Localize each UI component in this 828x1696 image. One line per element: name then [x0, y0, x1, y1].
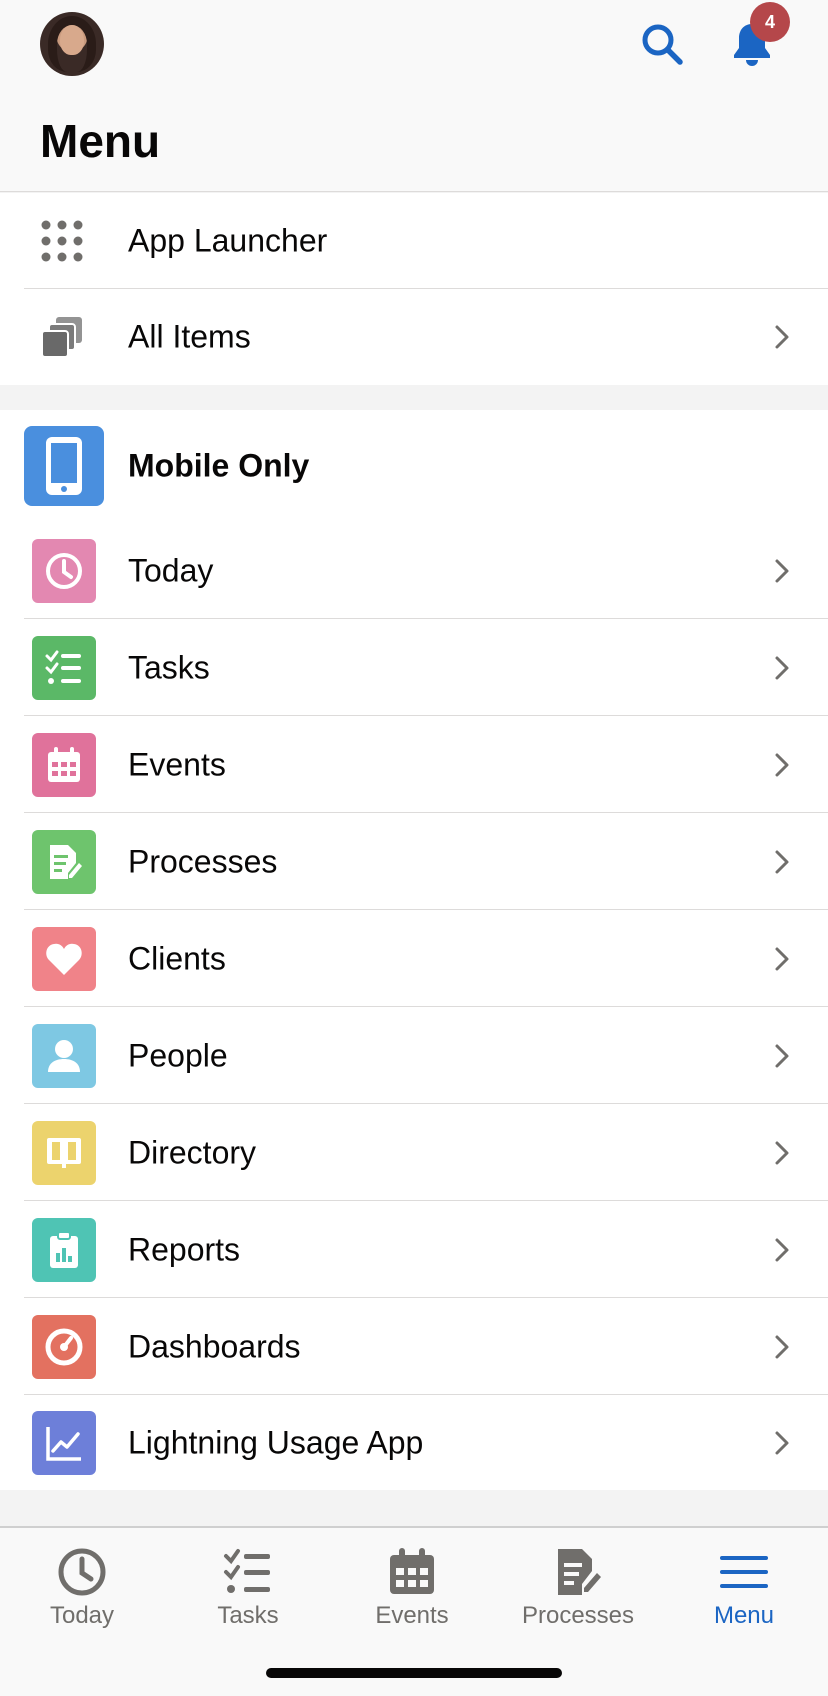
avatar[interactable] — [40, 12, 104, 76]
directory-tile — [32, 1120, 96, 1185]
menu-item-label: Directory — [128, 1134, 257, 1170]
menu-item-label: People — [128, 1037, 228, 1073]
events-tile — [32, 732, 96, 797]
tab-label: Events — [375, 1602, 449, 1629]
phone-icon — [46, 437, 82, 495]
chevron-right-icon — [775, 656, 789, 679]
chevron-right-icon — [775, 1335, 789, 1358]
process-icon — [558, 1549, 601, 1595]
menu-item-app-launcher[interactable]: App Launcher — [0, 193, 828, 289]
tab-processes[interactable]: Processes — [496, 1536, 660, 1640]
task-list-icon — [224, 1549, 270, 1593]
tab-events[interactable]: Events — [330, 1536, 494, 1640]
menu-item-label: Processes — [128, 843, 278, 879]
menu-item-events[interactable]: Events — [0, 716, 828, 813]
mobile-only-tile — [24, 426, 104, 506]
calendar-icon — [48, 746, 80, 782]
people-tile — [32, 1023, 96, 1088]
section-heading: Mobile Only — [128, 447, 310, 484]
clock-icon — [46, 552, 82, 589]
menu-item-directory[interactable]: Directory — [0, 1104, 828, 1201]
processes-tile — [32, 829, 96, 894]
menu-item-processes[interactable]: Processes — [0, 813, 828, 910]
person-icon — [48, 1039, 80, 1072]
page-title: Menu — [40, 115, 161, 167]
tab-tasks[interactable]: Tasks — [166, 1536, 330, 1640]
menu-item-lightning-usage-app[interactable]: Lightning Usage App — [0, 1395, 828, 1490]
menu-item-label: Lightning Usage App — [128, 1424, 424, 1460]
search-icon[interactable] — [640, 22, 684, 66]
menu-item-label: Tasks — [128, 649, 210, 685]
mobile-only-header: Mobile Only — [0, 410, 828, 522]
tab-label: Menu — [713, 1602, 775, 1629]
gauge-icon — [45, 1328, 83, 1365]
menu-item-label: All Items — [128, 318, 251, 355]
today-tile — [32, 538, 96, 603]
chevron-right-icon — [775, 947, 789, 970]
book-icon — [47, 1137, 81, 1168]
menu-item-today[interactable]: Today — [0, 522, 828, 619]
chevron-right-icon — [775, 325, 789, 349]
menu-item-all-items[interactable]: All Items — [0, 289, 828, 385]
notification-badge: 4 — [750, 2, 790, 42]
tab-today[interactable]: Today — [0, 1536, 164, 1640]
tab-label: Processes — [521, 1602, 635, 1629]
tab-label: Tasks — [217, 1602, 279, 1629]
app-launcher-icon — [41, 220, 83, 262]
dashboards-tile — [32, 1314, 96, 1379]
chevron-right-icon — [775, 1141, 789, 1164]
line-chart-icon — [46, 1426, 81, 1461]
clients-tile — [32, 926, 96, 991]
tasks-tile — [32, 635, 96, 700]
tab-label: Today — [49, 1602, 115, 1629]
reports-tile — [32, 1217, 96, 1282]
process-icon — [50, 844, 82, 879]
menu-item-label: Today — [128, 552, 214, 588]
calendar-icon — [390, 1548, 434, 1594]
menu-item-label: Dashboards — [128, 1328, 301, 1364]
menu-item-label: App Launcher — [128, 222, 328, 259]
menu-item-dashboards[interactable]: Dashboards — [0, 1298, 828, 1395]
menu-section-mobile-only: Mobile Only Today Tasks Events Processes… — [0, 410, 828, 1490]
header: 4 Menu — [0, 0, 828, 192]
menu-item-reports[interactable]: Reports — [0, 1201, 828, 1298]
report-icon — [50, 1230, 78, 1268]
home-indicator — [266, 1668, 562, 1678]
chevron-right-icon — [775, 1044, 789, 1067]
chevron-right-icon — [775, 1431, 789, 1454]
chevron-right-icon — [775, 1238, 789, 1261]
chevron-right-icon — [775, 850, 789, 873]
menu-item-tasks[interactable]: Tasks — [0, 619, 828, 716]
chevron-right-icon — [775, 559, 789, 582]
tab-menu[interactable]: Menu — [662, 1536, 826, 1640]
menu-item-people[interactable]: People — [0, 1007, 828, 1104]
chevron-right-icon — [775, 753, 789, 776]
clock-icon — [58, 1548, 106, 1596]
menu-item-label: Events — [128, 746, 226, 782]
menu-item-clients[interactable]: Clients — [0, 910, 828, 1007]
task-list-icon — [45, 650, 81, 684]
menu-item-label: Clients — [128, 940, 226, 976]
menu-item-label: Reports — [128, 1231, 241, 1267]
hamburger-menu-icon — [720, 1556, 768, 1588]
all-items-icon — [41, 317, 82, 358]
lightning-usage-tile — [32, 1410, 96, 1475]
menu-section-general: App Launcher All Items — [0, 193, 828, 385]
heart-icon — [46, 943, 82, 975]
